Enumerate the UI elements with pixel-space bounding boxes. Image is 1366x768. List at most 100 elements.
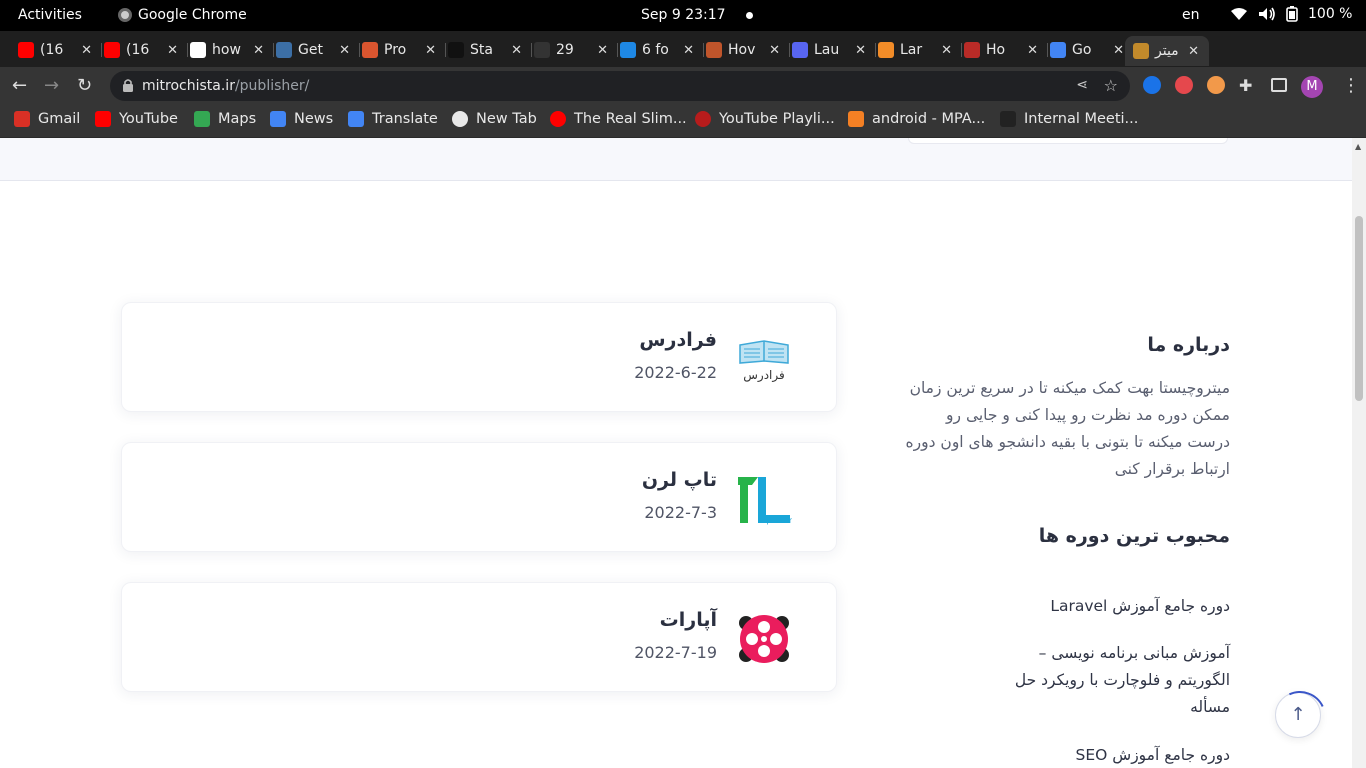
publisher-card[interactable]: آپارات 2022-7-19 bbox=[121, 582, 837, 692]
bookmark-item[interactable]: Gmail bbox=[14, 111, 80, 127]
bookmark-item[interactable]: YouTube Playli... bbox=[695, 111, 835, 127]
browser-tab[interactable]: Hov ✕ bbox=[706, 37, 790, 63]
github-icon bbox=[534, 42, 550, 58]
publisher-name[interactable]: تاپ لرن bbox=[642, 469, 717, 491]
browser-tab[interactable]: 6 fo ✕ bbox=[620, 37, 704, 63]
page-header-band bbox=[0, 138, 1352, 181]
input-language[interactable]: en bbox=[1182, 7, 1200, 23]
browser-tab[interactable]: Pro ✕ bbox=[362, 37, 446, 63]
producthunt-icon bbox=[362, 42, 378, 58]
tab-title: Go bbox=[1072, 42, 1092, 58]
back-arrow-icon[interactable]: ← bbox=[12, 75, 27, 96]
about-title: درباره ما bbox=[1147, 334, 1230, 356]
tab-close-icon[interactable]: ✕ bbox=[167, 43, 178, 58]
tab-title: (16 bbox=[40, 42, 64, 58]
stackoverflow-icon bbox=[848, 111, 864, 127]
app-name: Google Chrome bbox=[138, 7, 247, 23]
translate-icon bbox=[1050, 42, 1066, 58]
tab-close-icon[interactable]: ✕ bbox=[855, 43, 866, 58]
tab-separator bbox=[617, 43, 618, 57]
scroll-up-arrow-icon[interactable]: ▲ bbox=[1355, 142, 1361, 151]
youtube-icon bbox=[104, 42, 120, 58]
bookmark-label: New Tab bbox=[476, 111, 537, 127]
bookmark-item[interactable]: News bbox=[270, 111, 333, 127]
youtube-icon bbox=[95, 111, 111, 127]
browser-tab[interactable]: Lau ✕ bbox=[792, 37, 876, 63]
menu-kebab-icon[interactable]: ⋮ bbox=[1342, 75, 1360, 96]
tab-close-icon[interactable]: ✕ bbox=[1027, 43, 1038, 58]
tab-separator bbox=[531, 43, 532, 57]
forward-arrow-icon[interactable]: → bbox=[44, 75, 59, 96]
system-tray[interactable]: 100 % bbox=[1230, 6, 1352, 22]
course-link[interactable]: آموزش مبانی برنامه نویسی – الگوریتم و فل… bbox=[990, 640, 1230, 721]
publisher-date: 2022-7-19 bbox=[634, 643, 717, 662]
bookmark-item[interactable]: The Real Slim... bbox=[550, 111, 687, 127]
browser-tab[interactable]: Go ✕ bbox=[1050, 37, 1126, 63]
browser-tab[interactable]: 29 ✕ bbox=[534, 37, 618, 63]
tab-close-icon[interactable]: ✕ bbox=[81, 43, 92, 58]
clock[interactable]: Sep 9 23:17 bbox=[641, 7, 726, 23]
browser-tab[interactable]: (16 ✕ bbox=[18, 37, 102, 63]
popular-courses-title: محبوب ترین دوره ها bbox=[1038, 525, 1230, 547]
tab-close-icon[interactable]: ✕ bbox=[511, 43, 522, 58]
tab-title: how bbox=[212, 42, 241, 58]
bookmark-item[interactable]: New Tab bbox=[452, 111, 537, 127]
bookmark-item[interactable]: Translate bbox=[348, 111, 438, 127]
reload-icon[interactable]: ↻ bbox=[77, 75, 92, 96]
tab-close-icon[interactable]: ✕ bbox=[425, 43, 436, 58]
page-scrollbar[interactable]: ▲ bbox=[1352, 138, 1366, 768]
profile-avatar[interactable]: M bbox=[1301, 76, 1323, 98]
extension-infinity-icon[interactable] bbox=[1143, 76, 1161, 94]
browser-tab[interactable]: Sta ✕ bbox=[448, 37, 532, 63]
bookmark-item[interactable]: Internal Meeti... bbox=[1000, 111, 1138, 127]
browser-tab[interactable]: (16 ✕ bbox=[104, 37, 188, 63]
address-bar[interactable]: mitrochista.ir/publisher/ ⋖ ☆ bbox=[110, 71, 1130, 101]
extensions-puzzle-icon[interactable]: ✚ bbox=[1239, 76, 1257, 95]
browser-tab[interactable]: میتر ✕ bbox=[1125, 36, 1209, 66]
tab-close-icon[interactable]: ✕ bbox=[253, 43, 264, 58]
bookmark-item[interactable]: android - MPA... bbox=[848, 111, 985, 127]
browser-tab[interactable]: Get ✕ bbox=[276, 37, 360, 63]
tab-close-icon[interactable]: ✕ bbox=[941, 43, 952, 58]
tab-close-icon[interactable]: ✕ bbox=[769, 43, 780, 58]
publisher-name[interactable]: آپارات bbox=[660, 609, 717, 631]
publisher-card[interactable]: فرادرس فرادرس 2022-6-22 bbox=[121, 302, 837, 412]
bookmark-item[interactable]: Maps bbox=[194, 111, 256, 127]
scrollbar-thumb[interactable] bbox=[1355, 216, 1363, 401]
browser-tab[interactable]: Lar ✕ bbox=[878, 37, 962, 63]
bookmark-item[interactable]: YouTube bbox=[95, 111, 178, 127]
back-to-top-button[interactable]: ↑ bbox=[1275, 692, 1321, 738]
youtube-icon bbox=[18, 42, 34, 58]
activities-button[interactable]: Activities bbox=[18, 7, 82, 23]
gmail-icon bbox=[14, 111, 30, 127]
publisher-name[interactable]: فرادرس bbox=[639, 329, 717, 351]
tab-close-icon[interactable]: ✕ bbox=[339, 43, 350, 58]
share-icon[interactable]: ⋖ bbox=[1076, 77, 1088, 93]
reading-list-icon[interactable] bbox=[1271, 78, 1287, 92]
course-link[interactable]: دوره جامع آموزش Laravel bbox=[990, 593, 1230, 620]
tab-strip: (16 ✕ (16 ✕ how ✕ Get ✕ Pro ✕ Sta ✕ 29 ✕ 6 fo ✕ Hov ✕ Lau ✕… bbox=[0, 31, 1366, 91]
bookmark-label: Maps bbox=[218, 111, 257, 127]
url-path: /publisher/ bbox=[234, 78, 310, 94]
tab-close-icon[interactable]: ✕ bbox=[597, 43, 608, 58]
header-search-box[interactable] bbox=[908, 138, 1228, 144]
news-icon bbox=[270, 111, 286, 127]
tab-separator bbox=[101, 43, 102, 57]
extension-lips-icon[interactable] bbox=[1175, 76, 1193, 94]
tab-close-icon[interactable]: ✕ bbox=[1188, 44, 1199, 59]
browser-tab[interactable]: how ✕ bbox=[190, 37, 274, 63]
course-link[interactable]: دوره جامع آموزش SEO bbox=[990, 742, 1231, 768]
bookmark-star-icon[interactable]: ☆ bbox=[1104, 76, 1118, 95]
tab-title: Sta bbox=[470, 42, 493, 58]
tab-close-icon[interactable]: ✕ bbox=[1113, 43, 1124, 58]
os-top-bar: Activities Google Chrome Sep 9 23:17 en … bbox=[0, 0, 1366, 31]
browser-tab[interactable]: Ho ✕ bbox=[964, 37, 1048, 63]
bookmark-label: News bbox=[294, 111, 334, 127]
url-host: mitrochista.ir bbox=[142, 78, 235, 94]
app-menu[interactable]: Google Chrome bbox=[118, 7, 247, 23]
extension-bulb-icon[interactable] bbox=[1207, 76, 1225, 94]
tab-close-icon[interactable]: ✕ bbox=[683, 43, 694, 58]
tab-title: Lar bbox=[900, 42, 923, 58]
discord-icon bbox=[792, 42, 808, 58]
publisher-card[interactable]: TopLearn تاپ لرن 2022-7-3 bbox=[121, 442, 837, 552]
